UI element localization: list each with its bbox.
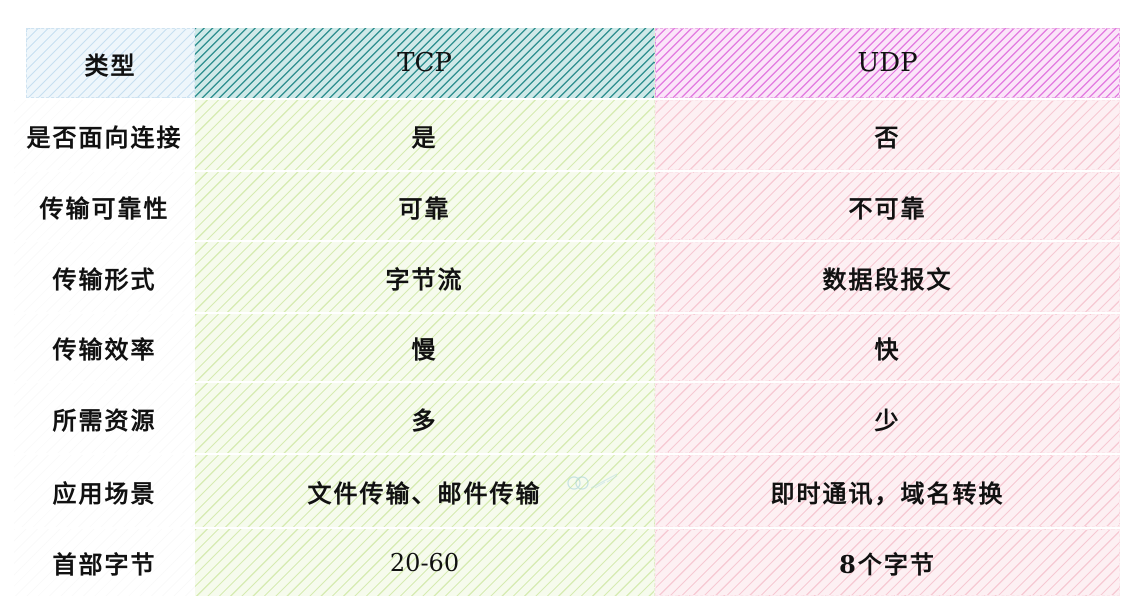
row-udp-reliability: 不可靠: [655, 172, 1120, 240]
row-tcp-efficiency: 慢: [195, 314, 655, 381]
row-udp-form: 数据段报文: [655, 242, 1120, 312]
logo-icon: [567, 473, 618, 490]
row-tcp-form: 字节流: [195, 242, 655, 312]
header-udp-cell: UDP: [655, 28, 1120, 98]
row-label-reliability: 传输可靠性: [14, 172, 195, 240]
header-label-cell: 类型: [26, 28, 195, 98]
row-label-resources: 所需资源: [14, 383, 195, 453]
row-udp-connection: 否: [655, 100, 1120, 170]
comparison-table: 类型 TCP UDP 是否面向连接 是 否 传输可靠性 可靠 不可靠 传输形式 …: [14, 28, 1120, 596]
row-label-form: 传输形式: [14, 242, 195, 312]
row-label-scenarios: 应用场景: [14, 455, 195, 527]
row-label-connection: 是否面向连接: [14, 100, 195, 170]
row-udp-resources: 少: [655, 383, 1120, 453]
row-udp-header-bytes: 8个字节: [655, 529, 1120, 596]
row-tcp-header-bytes: 20-60: [195, 529, 655, 596]
row-udp-scenarios: 即时通讯，域名转换: [655, 455, 1120, 527]
row-udp-efficiency: 快: [655, 314, 1120, 381]
row-label-efficiency: 传输效率: [14, 314, 195, 381]
header-tcp-cell: TCP: [195, 28, 655, 98]
row-tcp-connection: 是: [195, 100, 655, 170]
row-tcp-resources: 多: [195, 383, 655, 453]
row-tcp-reliability: 可靠: [195, 172, 655, 240]
row-label-header-bytes: 首部字节: [14, 529, 195, 596]
